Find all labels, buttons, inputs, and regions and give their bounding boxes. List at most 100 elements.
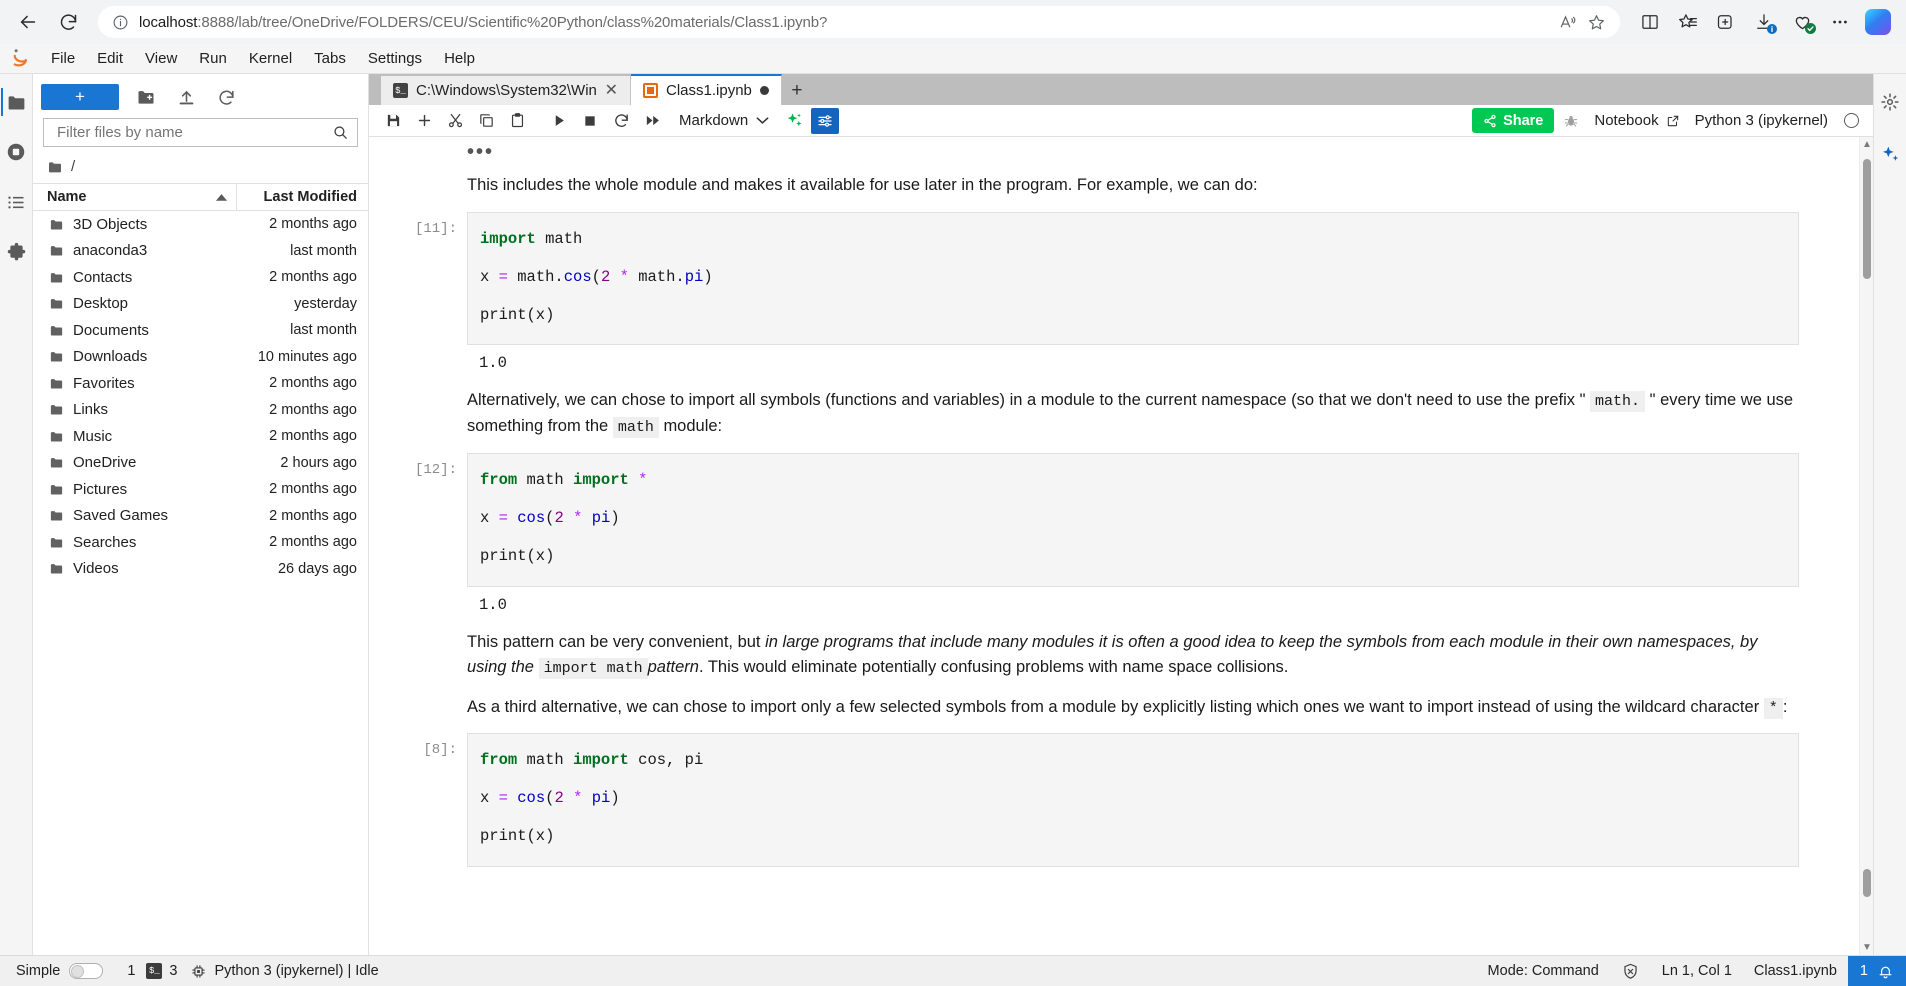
menu-view[interactable]: View <box>134 45 188 73</box>
column-header-last-modified[interactable]: Last Modified <box>237 189 368 205</box>
new-tab-button[interactable]: + <box>782 76 812 105</box>
file-list-item[interactable]: Contacts 2 months ago <box>33 264 368 291</box>
insert-cell-icon[interactable] <box>410 108 438 134</box>
menu-help[interactable]: Help <box>433 45 486 73</box>
scroll-down-arrow[interactable]: ▼ <box>1862 942 1872 953</box>
file-list-item[interactable]: Videos 26 days ago <box>33 556 368 583</box>
notifications-button[interactable]: 1 <box>1847 955 1906 986</box>
kernel-status-idle-icon[interactable] <box>1837 108 1865 134</box>
menu-file[interactable]: File <box>40 45 86 73</box>
unsaved-changes-icon[interactable] <box>759 86 769 95</box>
file-list-item[interactable]: Documents last month <box>33 317 368 344</box>
tab-notebook-class1[interactable]: Class1.ipynb <box>631 74 782 105</box>
sidebar-item-file-browser[interactable] <box>1 88 29 116</box>
ai-assistant-icon[interactable] <box>1876 140 1904 168</box>
save-icon[interactable] <box>379 108 407 134</box>
cursor-position-indicator[interactable]: Ln 1, Col 1 <box>1651 963 1743 979</box>
browser-essentials-icon[interactable] <box>1784 5 1820 39</box>
edit-mode-indicator[interactable]: Mode: Command <box>1477 963 1610 979</box>
breadcrumb[interactable]: / <box>33 153 368 183</box>
debugger-bug-icon[interactable] <box>1557 108 1585 134</box>
new-folder-icon[interactable] <box>133 85 159 109</box>
notebook-settings-icon[interactable] <box>811 107 840 134</box>
file-list-item[interactable]: Downloads 10 minutes ago <box>33 344 368 371</box>
sidebar-item-running-terminals[interactable] <box>2 138 30 166</box>
notebook-trust-indicator[interactable] <box>1610 962 1651 981</box>
restart-and-run-all-icon[interactable] <box>638 108 666 134</box>
current-file-indicator[interactable]: Class1.ipynb <box>1743 963 1848 979</box>
split-screen-icon[interactable] <box>1632 5 1668 39</box>
copy-icon[interactable] <box>472 108 500 134</box>
run-cell-icon[interactable] <box>545 108 573 134</box>
cell-type-dropdown[interactable]: Markdown <box>669 108 777 134</box>
kernel-status-indicator[interactable]: Python 3 (ipykernel) | Idle <box>188 963 389 980</box>
notebook-cell[interactable]: This includes the whole module and makes… <box>369 166 1859 206</box>
file-list-item[interactable]: 3D Objects 2 months ago <box>33 211 368 238</box>
restart-kernel-icon[interactable] <box>607 108 635 134</box>
file-list-item[interactable]: OneDrive 2 hours ago <box>33 450 368 477</box>
sidebar-item-table-of-contents[interactable] <box>2 188 30 216</box>
menu-settings[interactable]: Settings <box>357 45 433 73</box>
file-list-item[interactable]: Links 2 months ago <box>33 397 368 424</box>
breadcrumb-root-label[interactable]: / <box>71 158 75 175</box>
filter-files-field[interactable] <box>43 118 358 147</box>
browser-refresh-button[interactable] <box>50 6 86 38</box>
kernel-sessions-indicator[interactable]: 1 <box>103 963 146 979</box>
file-list-item[interactable]: Desktop yesterday <box>33 291 368 318</box>
scrollbar-thumb-top[interactable] <box>1863 159 1871 279</box>
file-list-item[interactable]: Favorites 2 months ago <box>33 370 368 397</box>
add-tab-group-icon[interactable] <box>1708 5 1744 39</box>
close-icon[interactable]: ✕ <box>605 82 618 99</box>
simple-mode-toggle[interactable] <box>69 963 104 979</box>
file-list-item[interactable]: Saved Games 2 months ago <box>33 503 368 530</box>
stop-kernel-icon[interactable] <box>576 108 604 134</box>
menu-kernel[interactable]: Kernel <box>238 45 303 73</box>
file-list-item[interactable]: Searches 2 months ago <box>33 529 368 556</box>
share-button[interactable]: Share <box>1472 108 1555 133</box>
code-editor[interactable]: from math import * x = cos(2 * pi) print… <box>467 452 1799 587</box>
file-list-item[interactable]: anaconda3 last month <box>33 238 368 265</box>
file-list-item[interactable]: Music 2 months ago <box>33 423 368 450</box>
menu-edit[interactable]: Edit <box>86 45 134 73</box>
scroll-up-arrow[interactable]: ▲ <box>1862 139 1872 150</box>
file-list-item[interactable]: Pictures 2 months ago <box>33 476 368 503</box>
new-launcher-button[interactable]: + <box>41 84 119 110</box>
scrollbar-thumb[interactable] <box>1863 869 1871 897</box>
collections-icon[interactable] <box>1670 5 1706 39</box>
notebook-cell[interactable]: Alternatively, we can chose to import al… <box>369 381 1859 446</box>
sidebar-item-extension-manager[interactable] <box>2 238 30 266</box>
upload-icon[interactable] <box>173 85 199 109</box>
code-editor[interactable]: from math import cos, pi x = cos(2 * pi)… <box>467 733 1799 868</box>
ai-sparkle-icon[interactable] <box>780 108 808 134</box>
notebook-cell[interactable]: ••• <box>369 137 1859 166</box>
address-bar[interactable]: localhost:8888/lab/tree/OneDrive/FOLDERS… <box>98 6 1620 38</box>
notebook-cell[interactable]: This pattern can be very convenient, but… <box>369 623 1859 688</box>
notebook-mode-label[interactable]: Notebook <box>1588 112 1685 129</box>
kernel-selector[interactable]: Python 3 (ipykernel) <box>1689 112 1834 129</box>
cut-icon[interactable] <box>441 108 469 134</box>
filter-files-input[interactable] <box>55 123 332 142</box>
copilot-icon[interactable] <box>1860 5 1896 39</box>
add-favorite-icon[interactable] <box>1587 13 1606 32</box>
notebook-cell[interactable]: As a third alternative, we can chose to … <box>369 688 1859 728</box>
more-options-icon[interactable] <box>1822 5 1858 39</box>
downloads-icon[interactable] <box>1746 5 1782 39</box>
notebook-cell[interactable]: [8]: from math import cos, pi x = cos(2 … <box>369 733 1859 868</box>
site-info-icon[interactable] <box>112 14 129 31</box>
menu-run[interactable]: Run <box>188 45 238 73</box>
notebook-cell[interactable]: [11]: import math x = math.cos(2 * math.… <box>369 211 1859 382</box>
code-editor[interactable]: import math x = math.cos(2 * math.pi) pr… <box>467 211 1799 346</box>
browser-back-button[interactable] <box>10 6 46 38</box>
notebook-scrollbar[interactable]: ▲ ▼ <box>1859 137 1873 955</box>
refresh-icon[interactable] <box>213 85 239 109</box>
tab-terminal[interactable]: $_ C:\Windows\System32\Wind ✕ <box>381 76 631 105</box>
collapsed-cell-ellipsis[interactable]: ••• <box>467 137 1799 166</box>
menu-tabs[interactable]: Tabs <box>303 45 357 73</box>
paste-icon[interactable] <box>503 108 531 134</box>
simple-interface-toggle-group[interactable]: Simple <box>16 963 104 979</box>
notebook-cell[interactable]: [12]: from math import * x = cos(2 * pi)… <box>369 452 1859 623</box>
read-aloud-icon[interactable] <box>1558 13 1577 32</box>
column-header-name[interactable]: Name <box>33 184 237 210</box>
terminal-sessions-indicator[interactable]: $_ 3 <box>146 963 188 979</box>
property-inspector-icon[interactable] <box>1876 88 1904 116</box>
